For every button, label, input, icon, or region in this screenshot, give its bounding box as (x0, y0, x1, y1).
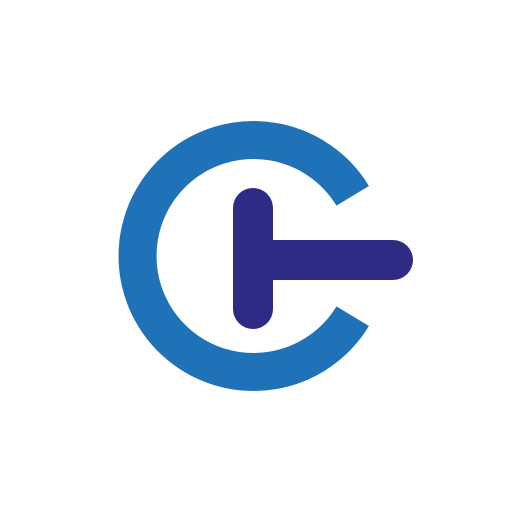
power-c-logo-icon (118, 121, 413, 391)
logo-canvas (0, 0, 512, 512)
